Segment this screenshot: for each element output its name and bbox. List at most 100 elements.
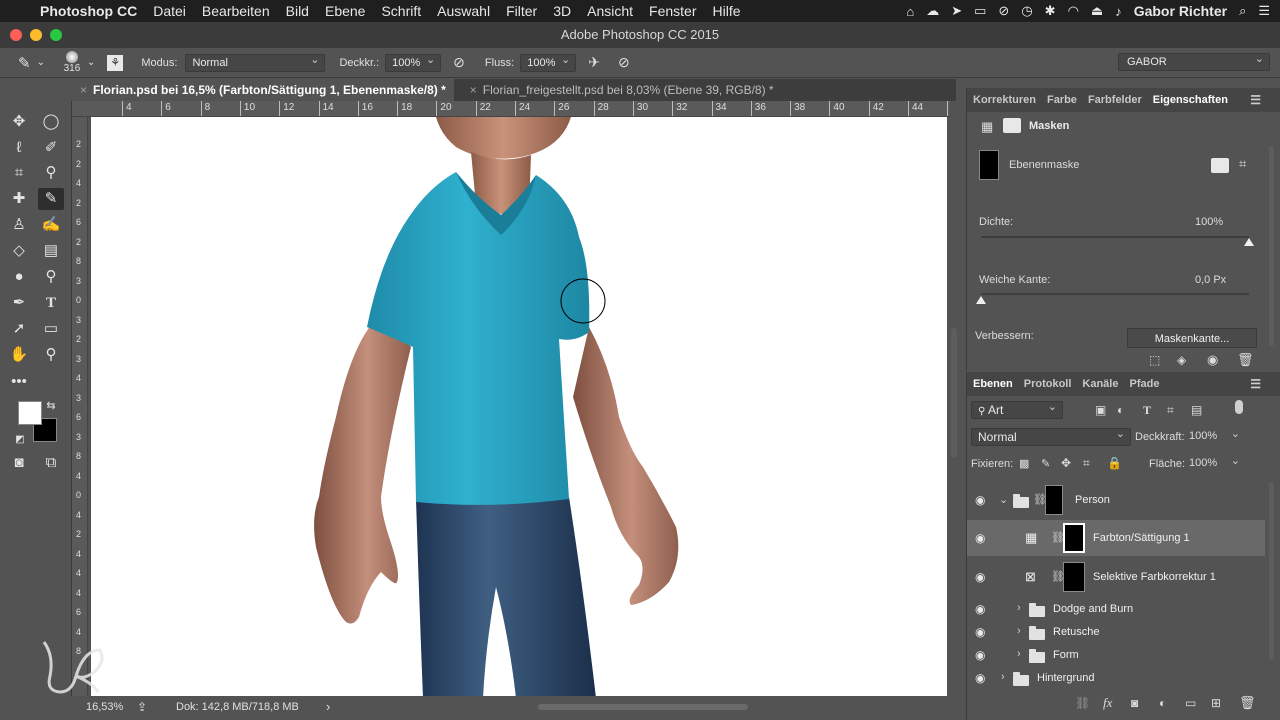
add-mask-icon[interactable]: ◙ <box>1131 696 1138 710</box>
menu-ebene[interactable]: Ebene <box>325 3 365 19</box>
layer-mask-thumbnail[interactable] <box>1045 485 1063 515</box>
pressure-size-icon[interactable]: ⊘ <box>618 54 630 71</box>
screen-mode-icon[interactable]: ⧉ <box>38 452 64 474</box>
menu-datei[interactable]: Datei <box>153 3 186 19</box>
filter-adjustment-icon[interactable]: ◐ <box>1117 403 1124 417</box>
tab-protokoll[interactable]: Protokoll <box>1024 378 1072 390</box>
menu-fenster[interactable]: Fenster <box>649 3 696 19</box>
dodge-tool-icon[interactable]: ⚲ <box>38 266 64 288</box>
filter-type-icon[interactable]: T <box>1143 403 1151 418</box>
adjustment-properties-icon[interactable]: ▦ <box>981 119 993 135</box>
volume-icon[interactable]: ♪ <box>1115 4 1122 19</box>
quick-selection-tool-icon[interactable]: ✐ <box>38 137 64 159</box>
new-adjustment-layer-icon[interactable]: ◐ <box>1159 696 1166 710</box>
notification-list-icon[interactable]: ☰ <box>1258 3 1270 19</box>
zoom-tool-icon[interactable]: ⚲ <box>38 344 64 366</box>
lock-position-icon[interactable]: ✥ <box>1061 456 1071 470</box>
eye-icon[interactable]: ◉ <box>975 671 985 685</box>
tab-kanaele[interactable]: Kanäle <box>1082 378 1118 390</box>
dichte-slider-thumb[interactable] <box>1244 238 1254 246</box>
canvas-horizontal-scrollbar[interactable] <box>538 704 748 710</box>
tab-korrekturen[interactable]: Korrekturen <box>973 94 1036 106</box>
tab-farbfelder[interactable]: Farbfelder <box>1088 94 1142 106</box>
chevron-down-icon[interactable]: ⌄ <box>999 493 1008 506</box>
document-canvas[interactable] <box>91 117 947 698</box>
eraser-tool-icon[interactable]: ◇ <box>6 240 32 262</box>
workspace-dropdown[interactable]: GABOR <box>1118 51 1270 71</box>
deckkraft-dropdown[interactable]: 100% <box>1189 427 1245 446</box>
close-tab-icon[interactable]: × <box>80 83 87 97</box>
history-brush-tool-icon[interactable]: ✍ <box>38 214 64 236</box>
ellipse-marquee-tool-icon[interactable]: ◯ <box>38 111 64 133</box>
more-tools-icon[interactable]: ••• <box>6 371 32 393</box>
brush-panel-toggle-icon[interactable]: ⚘ <box>107 54 124 71</box>
lock-image-icon[interactable]: ✎ <box>1041 457 1050 470</box>
dichte-slider-track[interactable] <box>981 236 1249 238</box>
weiche-kante-slider-track[interactable] <box>981 293 1249 295</box>
select-pixel-mask-icon[interactable] <box>1211 158 1229 173</box>
hand-tool-icon[interactable]: ✋ <box>6 344 32 366</box>
chevron-down-icon[interactable]: ⌄ <box>87 57 95 68</box>
tab-ebenen[interactable]: Ebenen <box>973 378 1013 390</box>
default-colors-icon[interactable]: ◩ <box>11 429 29 451</box>
canvas-vertical-scrollbar[interactable] <box>951 328 957 458</box>
crop-tool-icon[interactable]: ⌗ <box>6 162 32 184</box>
user-name[interactable]: Gabor Richter <box>1134 3 1227 19</box>
tab-farbe[interactable]: Farbe <box>1047 94 1077 106</box>
menu-auswahl[interactable]: Auswahl <box>437 3 490 19</box>
zoom-level[interactable]: 16,53% <box>86 696 123 718</box>
weiche-kante-value[interactable]: 0,0 Px <box>1195 274 1226 286</box>
timemachine-icon[interactable]: ◷ <box>1021 3 1032 19</box>
menu-bearbeiten[interactable]: Bearbeiten <box>202 3 270 19</box>
panel-menu-icon[interactable]: ☰ <box>1250 377 1261 391</box>
apply-mask-icon[interactable]: ◈ <box>1177 353 1186 367</box>
rectangle-tool-icon[interactable]: ▭ <box>38 318 64 340</box>
panel-menu-icon[interactable]: ☰ <box>1250 93 1261 107</box>
battery-plug-icon[interactable]: ▭ <box>974 3 986 19</box>
update-icon[interactable]: ⊘ <box>998 3 1009 19</box>
menu-hilfe[interactable]: Hilfe <box>713 3 741 19</box>
move-tool-icon[interactable]: ✥ <box>6 111 32 133</box>
menu-ansicht[interactable]: Ansicht <box>587 3 633 19</box>
document-tab-florian[interactable]: × Florian.psd bei 16,5% (Farbton/Sättigun… <box>72 79 454 101</box>
minimize-window-button[interactable] <box>30 29 42 41</box>
gradient-tool-icon[interactable]: ▤ <box>38 240 64 262</box>
type-tool-icon[interactable]: T <box>38 292 64 314</box>
eject-icon[interactable]: ⏏ <box>1091 3 1103 19</box>
airbrush-icon[interactable]: ✈ <box>588 54 600 71</box>
swap-colors-icon[interactable]: ⇆ <box>42 395 60 417</box>
filter-smart-object-icon[interactable]: ▤ <box>1191 403 1202 417</box>
layer-row-hintergrund[interactable]: ◉ › Hintergrund <box>967 667 1265 689</box>
layer-filter-kind-dropdown[interactable]: ⚲ Art <box>971 399 1063 419</box>
status-menu-arrow[interactable]: › <box>326 696 330 718</box>
weiche-kante-slider-thumb[interactable] <box>976 296 986 304</box>
menu-bild[interactable]: Bild <box>286 3 309 19</box>
lasso-tool-icon[interactable]: ℓ <box>6 137 32 159</box>
brush-tool-icon[interactable]: ✎ <box>38 188 64 210</box>
layer-row-farbton-saettigung[interactable]: ◉ ▦ ⛓ Farbton/Sättigung 1 <box>967 520 1265 556</box>
app-menu[interactable]: Photoshop CC <box>40 3 137 19</box>
quick-mask-icon[interactable]: ◙ <box>6 452 32 474</box>
send-icon[interactable]: ➤ <box>951 3 962 19</box>
blend-mode-dropdown[interactable]: Normal <box>971 426 1131 446</box>
share-icon[interactable]: ⇪ <box>137 696 147 718</box>
modus-dropdown[interactable]: Normal <box>185 52 326 72</box>
deckkr-dropdown[interactable]: 100% <box>385 52 442 72</box>
new-layer-icon[interactable]: ⊞ <box>1211 696 1221 710</box>
brush-tool-preset-icon[interactable]: ✎ <box>18 54 31 72</box>
mask-properties-icon[interactable] <box>1003 118 1021 133</box>
layer-row-person[interactable]: ◉ ⌄ ⛓ Person <box>967 482 1265 518</box>
healing-brush-tool-icon[interactable]: ✚ <box>6 188 32 210</box>
home-icon[interactable]: ⌂ <box>906 4 914 19</box>
flaeche-dropdown[interactable]: 100% <box>1189 454 1245 473</box>
visibility-toggle-icon[interactable]: ◉ <box>1207 352 1218 368</box>
eye-icon[interactable]: ◉ <box>975 570 985 584</box>
delete-mask-icon[interactable]: 🗑 <box>1237 352 1254 368</box>
zoom-window-button[interactable] <box>50 29 62 41</box>
blur-tool-icon[interactable]: ● <box>6 266 32 288</box>
filter-pixel-icon[interactable]: ▣ <box>1095 403 1106 417</box>
chevron-down-icon[interactable]: ⌄ <box>37 57 45 68</box>
filter-toggle-icon[interactable] <box>1235 400 1243 414</box>
delete-layer-icon[interactable]: 🗑 <box>1239 695 1256 711</box>
close-window-button[interactable] <box>10 29 22 41</box>
